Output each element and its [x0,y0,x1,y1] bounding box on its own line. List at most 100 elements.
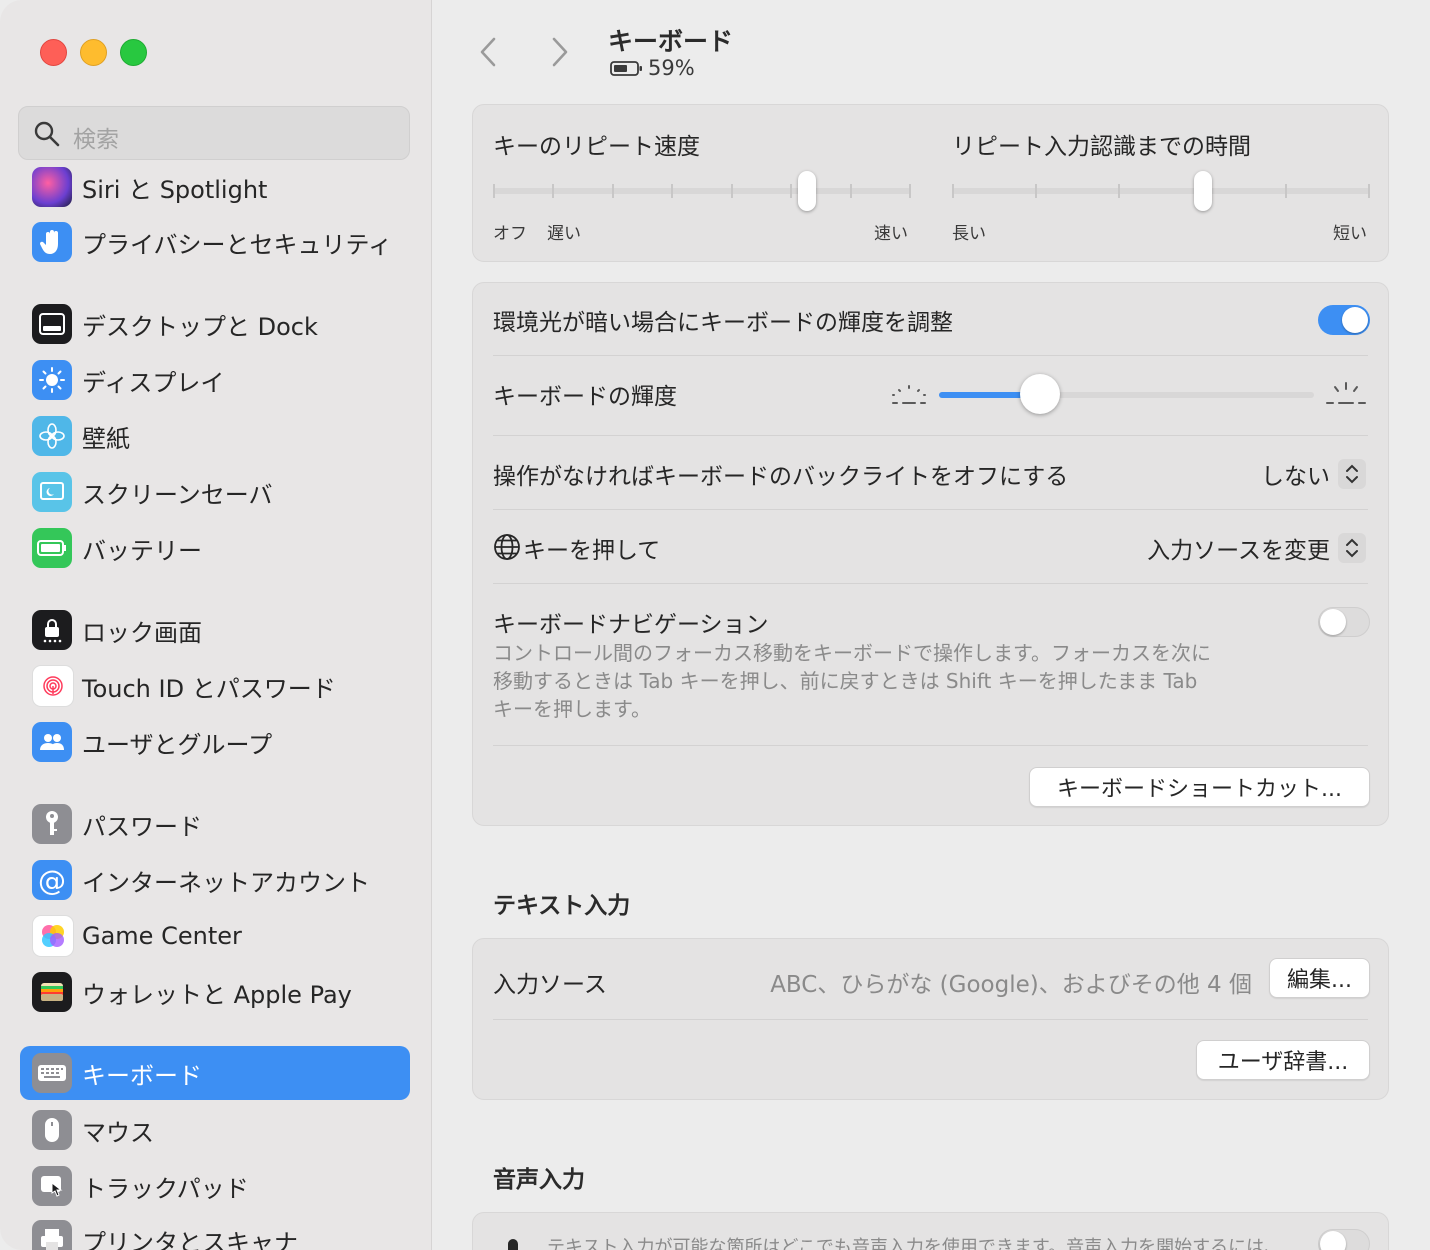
sidebar-item-label: ロック画面 [82,618,202,647]
slider-tick [1035,184,1038,198]
battery-icon [32,528,72,568]
sidebar-item-label: ユーザとグループ [82,730,273,759]
globe-key-popup[interactable]: 入力ソースを変更 [1147,531,1366,565]
sidebar-item-display[interactable]: ディスプレイ [20,353,410,407]
sidebar-item-wallpaper[interactable]: 壁紙 [20,409,410,463]
screensaver-icon [32,472,72,512]
battery-percentage: 59% [648,56,695,80]
sidebar-item-label: マウス [82,1118,154,1147]
wallet-icon [32,972,72,1012]
trackpad-icon [32,1166,72,1206]
repeat-delay-label: リピート入力認識までの時間 [952,134,1251,160]
backlight-off-popup[interactable]: しない [1261,457,1366,491]
key-repeat-card: キーのリピート速度 リピート入力認識までの時間 オフ 遅い 速い 長い 短い [472,104,1389,262]
battery-status-icon [610,61,642,76]
slider-knob[interactable] [797,171,816,211]
divider [493,583,1368,584]
sidebar-item-label: インターネットアカウント [82,868,370,897]
keyboard-icon [32,1053,72,1093]
keyboard-brightness-slider[interactable] [939,373,1314,417]
globe-key-label: キーを押して [523,538,661,564]
sidebar-item-label: ディスプレイ [82,368,225,397]
sidebar-item-label: ウォレットと Apple Pay [82,980,352,1009]
sidebar-item-touch-id[interactable]: Touch ID とパスワード [20,659,410,713]
printer-icon [32,1220,72,1250]
sidebar-item-internet-accounts[interactable]: @ インターネットアカウント [20,853,410,907]
dictation-description: テキスト入力が可能な箇所はどこでも音声入力を使用できます。音声入力を開始するには… [547,1237,1283,1250]
user-dictionary-button[interactable]: ユーザ辞書... [1196,1040,1370,1080]
dock-icon [32,304,72,344]
chevron-updown-icon [1338,459,1366,489]
edit-input-sources-button[interactable]: 編集... [1269,958,1370,998]
sidebar-item-desktop-dock[interactable]: デスクトップと Dock [20,297,410,351]
keyboard-navigation-toggle[interactable] [1318,607,1370,637]
text-input-section-title: テキスト入力 [493,893,631,919]
chevron-right-icon [552,37,568,67]
ambient-brightness-toggle[interactable] [1318,305,1370,335]
sidebar-item-game-center[interactable]: Game Center [20,909,410,963]
keyboard-navigation-description: コントロール間のフォーカス移動をキーボードで操作します。フォーカスを次に移動する… [493,641,1211,721]
sidebar-item-label: トラックパッド [82,1174,249,1203]
backlight-off-label: 操作がなければキーボードのバックライトをオフにする [493,464,1069,490]
sidebar-item-trackpad[interactable]: トラックパッド [20,1159,410,1213]
key-repeat-rate-slider[interactable] [493,169,911,213]
key-repeat-rate-label: キーのリピート速度 [493,134,700,160]
keyboard-navigation-label: キーボードナビゲーション [493,612,769,638]
sidebar: 検索 Siri と Spotlight プライバシーとセキュリティ デスクトップ… [0,0,432,1250]
sidebar-item-lock-screen[interactable]: ロック画面 [20,603,410,657]
sidebar-item-label: パスワード [82,812,202,841]
battery-status: 59% [610,56,695,80]
toggle-knob [1320,1231,1346,1250]
sidebar-item-privacy[interactable]: プライバシーとセキュリティ [20,215,410,269]
hand-icon [32,222,72,262]
slider-tick [552,184,555,198]
keyboard-brightness-label: キーボードの輝度 [493,384,677,410]
search-field[interactable]: 検索 [18,106,410,160]
dictation-section-title: 音声入力 [493,1167,585,1193]
search-placeholder: 検索 [73,127,119,153]
mouse-icon [32,1110,72,1150]
text-input-card: 入力ソース ABC、ひらがな (Google)、およびその他 4 個 編集...… [472,938,1389,1100]
slider-tick [671,184,674,198]
slider-knob[interactable] [1193,171,1212,211]
back-button[interactable] [470,32,506,72]
brightness-low-icon [892,385,926,404]
close-button[interactable] [40,39,67,66]
divider [493,1019,1368,1020]
chevron-left-icon [480,37,496,67]
repeat-delay-slider[interactable] [952,169,1370,213]
sidebar-item-battery[interactable]: バッテリー [20,521,410,575]
search-icon [34,121,60,147]
sidebar-item-label: デスクトップと Dock [82,312,318,341]
slider-track [493,188,911,194]
toggle-knob [1320,609,1346,635]
zoom-button[interactable] [120,39,147,66]
sidebar-item-label: Siri と Spotlight [82,175,268,204]
minimize-button[interactable] [80,39,107,66]
sidebar-item-mouse[interactable]: マウス [20,1103,410,1157]
slider-knob[interactable] [1020,374,1061,414]
sidebar-item-wallet[interactable]: ウォレットと Apple Pay [20,965,410,1019]
slider-tick [909,184,911,198]
sidebar-item-printers[interactable]: プリンタとスキャナ [20,1213,410,1250]
sidebar-item-label: キーボード [82,1061,202,1090]
sidebar-item-users[interactable]: ユーザとグループ [20,715,410,769]
page-title: キーボード [608,27,734,56]
forward-button[interactable] [542,32,578,72]
sidebar-item-label: スクリーンセーバ [82,480,273,509]
dictation-card: テキスト入力が可能な箇所はどこでも音声入力を使用できます。音声入力を開始するには… [472,1212,1389,1250]
game-center-icon [32,915,74,957]
sidebar-item-keyboard[interactable]: キーボード [20,1046,410,1100]
brightness-high-icon [1326,382,1366,404]
sidebar-item-siri[interactable]: Siri と Spotlight [20,160,410,214]
siri-icon [32,167,72,207]
dictation-toggle[interactable] [1318,1229,1370,1250]
rate-slow-label: 遅い [547,224,581,244]
sun-icon [32,360,72,400]
rate-off-label: オフ [493,224,527,244]
flower-icon [32,416,72,456]
sidebar-item-passwords[interactable]: パスワード [20,797,410,851]
sidebar-item-label: バッテリー [82,536,202,565]
sidebar-item-screensaver[interactable]: スクリーンセーバ [20,465,410,519]
keyboard-shortcuts-button[interactable]: キーボードショートカット... [1029,767,1370,807]
